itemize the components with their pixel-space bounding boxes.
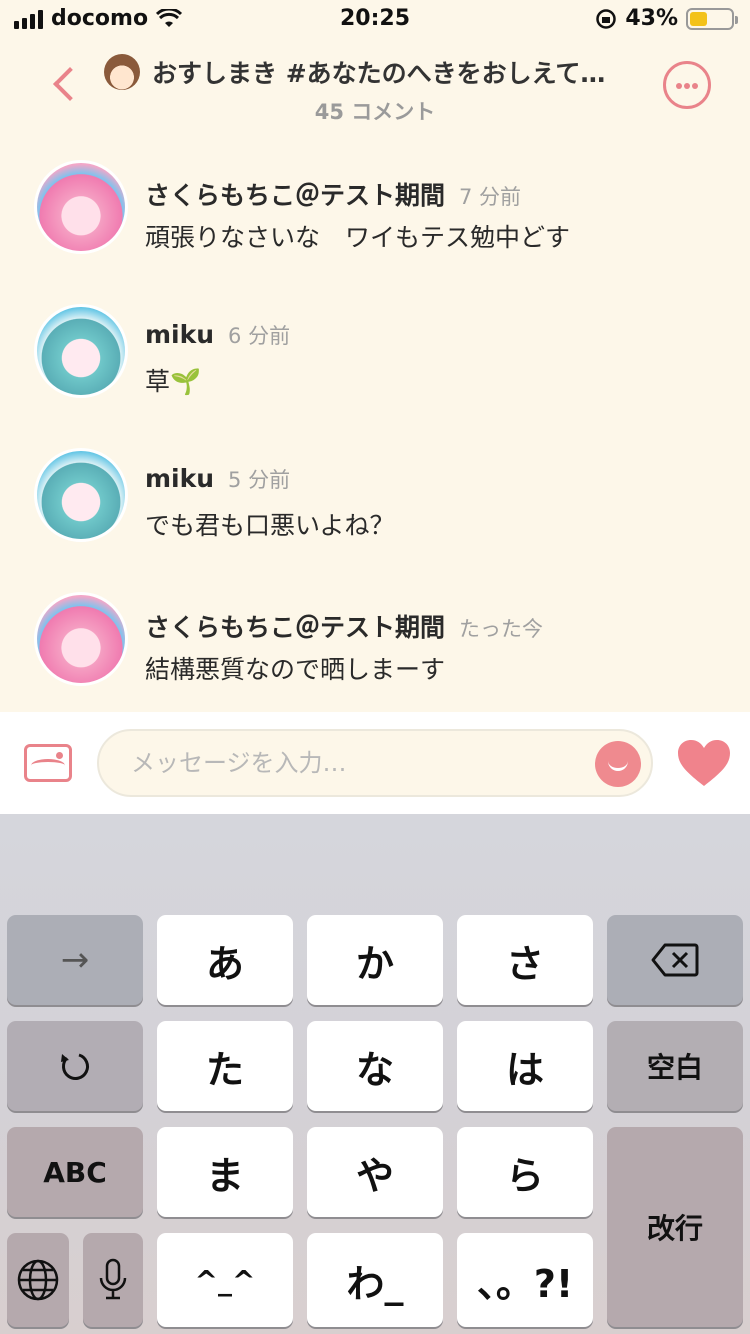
punctuation-key[interactable]: 、。?!	[457, 1233, 593, 1327]
undo-key[interactable]	[7, 1021, 143, 1111]
comment-text: 頑張りなさいな ワイもテス勉中どす	[145, 223, 571, 252]
key-a[interactable]: あ	[157, 915, 293, 1005]
return-key[interactable]: 改行	[607, 1127, 743, 1327]
microphone-icon	[99, 1258, 127, 1300]
comment-text: でも君も口悪いよね？	[145, 511, 395, 540]
more-options-icon[interactable]	[663, 61, 711, 109]
battery-fill	[690, 11, 708, 26]
abc-key[interactable]: ABC	[7, 1127, 143, 1217]
comment-count: 45 コメント	[314, 100, 436, 124]
globe-key[interactable]	[7, 1233, 69, 1327]
key-sa[interactable]: さ	[457, 915, 593, 1005]
post-title: おすしまき #あなたのへきをおしえて…	[152, 59, 606, 88]
key-ma[interactable]: ま	[157, 1127, 293, 1217]
microphone-key[interactable]	[83, 1233, 143, 1327]
backspace-icon	[651, 943, 699, 977]
emoji-icon[interactable]	[595, 741, 641, 787]
comment-item: miku 6 分前 草🌱	[0, 304, 750, 424]
key-ta[interactable]: た	[157, 1021, 293, 1111]
post-header: おすしまき #あなたのへきをおしえて… 45 コメント	[0, 40, 750, 130]
message-input-bar	[0, 712, 750, 814]
key-ra[interactable]: ら	[457, 1127, 593, 1217]
comment-username[interactable]: さくらもちこ＠テスト期間	[145, 181, 445, 210]
comment-text: 草🌱	[145, 367, 202, 396]
user-avatar[interactable]	[34, 592, 128, 686]
comment-item: さくらもちこ＠テスト期間 たった今 結構悪質なので晒しまーす	[0, 592, 750, 712]
undo-icon	[61, 1053, 89, 1080]
user-avatar[interactable]	[34, 448, 128, 542]
rotation-lock-icon	[596, 8, 617, 29]
battery-icon	[686, 7, 738, 30]
key-ka[interactable]: か	[307, 915, 443, 1005]
user-avatar[interactable]	[34, 160, 128, 254]
status-bar: docomo 20:25 43%	[0, 0, 750, 40]
message-input[interactable]	[131, 743, 571, 783]
comment-time: 6 分前	[228, 324, 291, 348]
comment-text: 結構悪質なので晒しまーす	[145, 655, 446, 684]
message-field-wrapper[interactable]	[97, 729, 653, 797]
key-wa[interactable]: わ_	[307, 1233, 443, 1327]
japanese-keyboard: → あ か さ た な は 空白 ABC ま や ら 改行 ^_^ わ_ 、。?…	[0, 814, 750, 1334]
author-avatar[interactable]	[104, 54, 140, 90]
globe-icon	[17, 1259, 59, 1301]
comment-time: 5 分前	[228, 468, 291, 492]
arrow-key[interactable]: →	[7, 915, 143, 1005]
key-ya[interactable]: や	[307, 1127, 443, 1217]
key-ha[interactable]: は	[457, 1021, 593, 1111]
delete-key[interactable]	[607, 915, 743, 1005]
comment-username[interactable]: miku	[145, 320, 214, 349]
key-na[interactable]: な	[307, 1021, 443, 1111]
comment-item: miku 5 分前 でも君も口悪いよね？	[0, 448, 750, 568]
heart-icon[interactable]	[676, 738, 732, 788]
comment-username[interactable]: miku	[145, 464, 214, 493]
comment-item: さくらもちこ＠テスト期間 7 分前 頑張りなさいな ワイもテス勉中どす	[0, 160, 750, 280]
comment-time: 7 分前	[459, 185, 522, 209]
user-avatar[interactable]	[34, 304, 128, 398]
image-icon[interactable]	[24, 744, 72, 782]
kaomoji-key[interactable]: ^_^	[157, 1233, 293, 1327]
space-key[interactable]: 空白	[607, 1021, 743, 1111]
battery-percent: 43%	[625, 6, 678, 31]
comment-username[interactable]: さくらもちこ＠テスト期間	[145, 613, 445, 642]
comment-time: たった今	[459, 617, 544, 641]
